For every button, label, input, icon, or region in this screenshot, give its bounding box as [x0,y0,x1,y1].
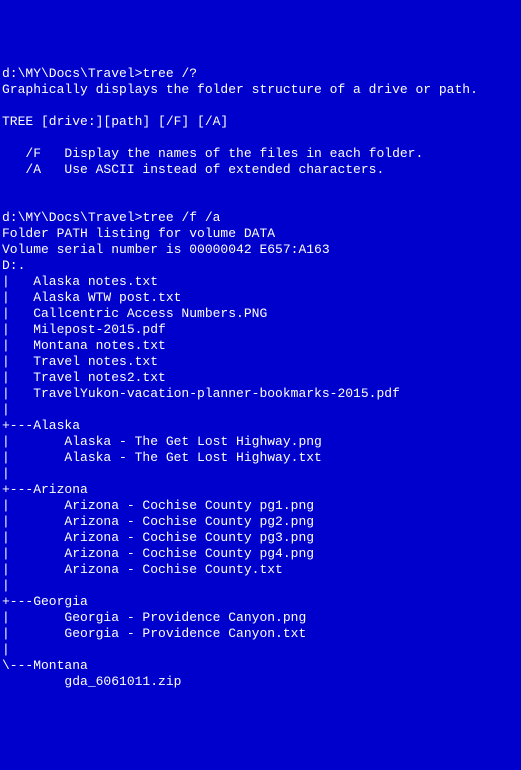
tree-root: D:. [2,258,25,273]
tree-folder: +---Alaska [2,418,80,433]
tree-line: | Arizona - Cochise County pg4.png [2,546,314,561]
tree-line: | [2,642,10,657]
volume-line: Folder PATH listing for volume DATA [2,226,275,241]
tree-line: | [2,578,10,593]
tree-line: | Arizona - Cochise County pg2.png [2,514,314,529]
tree-line: | Arizona - Cochise County.txt [2,562,283,577]
help-option-f: /F Display the names of the files in eac… [2,146,423,161]
help-usage: TREE [drive:][path] [/F] [/A] [2,114,228,129]
terminal-output: d:\MY\Docs\Travel>tree /? Graphically di… [2,66,519,690]
tree-folder: +---Arizona [2,482,88,497]
tree-folder: +---Georgia [2,594,88,609]
tree-line: | Arizona - Cochise County pg1.png [2,498,314,513]
tree-folder: \---Montana [2,658,88,673]
tree-line: | Alaska - The Get Lost Highway.txt [2,450,322,465]
tree-line: gda_6061011.zip [2,674,181,689]
tree-line: | Georgia - Providence Canyon.txt [2,626,306,641]
prompt: d:\MY\Docs\Travel> [2,66,142,81]
serial-line: Volume serial number is 00000042 E657:A1… [2,242,330,257]
tree-line: | [2,466,10,481]
command-input[interactable]: tree /? [142,66,197,81]
tree-line: | [2,402,10,417]
tree-line: | Callcentric Access Numbers.PNG [2,306,267,321]
tree-line: | Alaska - The Get Lost Highway.png [2,434,322,449]
tree-line: | Travel notes.txt [2,354,158,369]
tree-line: | TravelYukon-vacation-planner-bookmarks… [2,386,400,401]
help-description: Graphically displays the folder structur… [2,82,478,97]
prompt: d:\MY\Docs\Travel> [2,210,142,225]
help-option-a: /A Use ASCII instead of extended charact… [2,162,384,177]
tree-line: | Milepost-2015.pdf [2,322,166,337]
command-input[interactable]: tree /f /a [142,210,220,225]
tree-line: | Alaska WTW post.txt [2,290,181,305]
tree-line: | Travel notes2.txt [2,370,166,385]
tree-line: | Arizona - Cochise County pg3.png [2,530,314,545]
tree-line: | Georgia - Providence Canyon.png [2,610,306,625]
tree-line: | Alaska notes.txt [2,274,158,289]
tree-line: | Montana notes.txt [2,338,166,353]
